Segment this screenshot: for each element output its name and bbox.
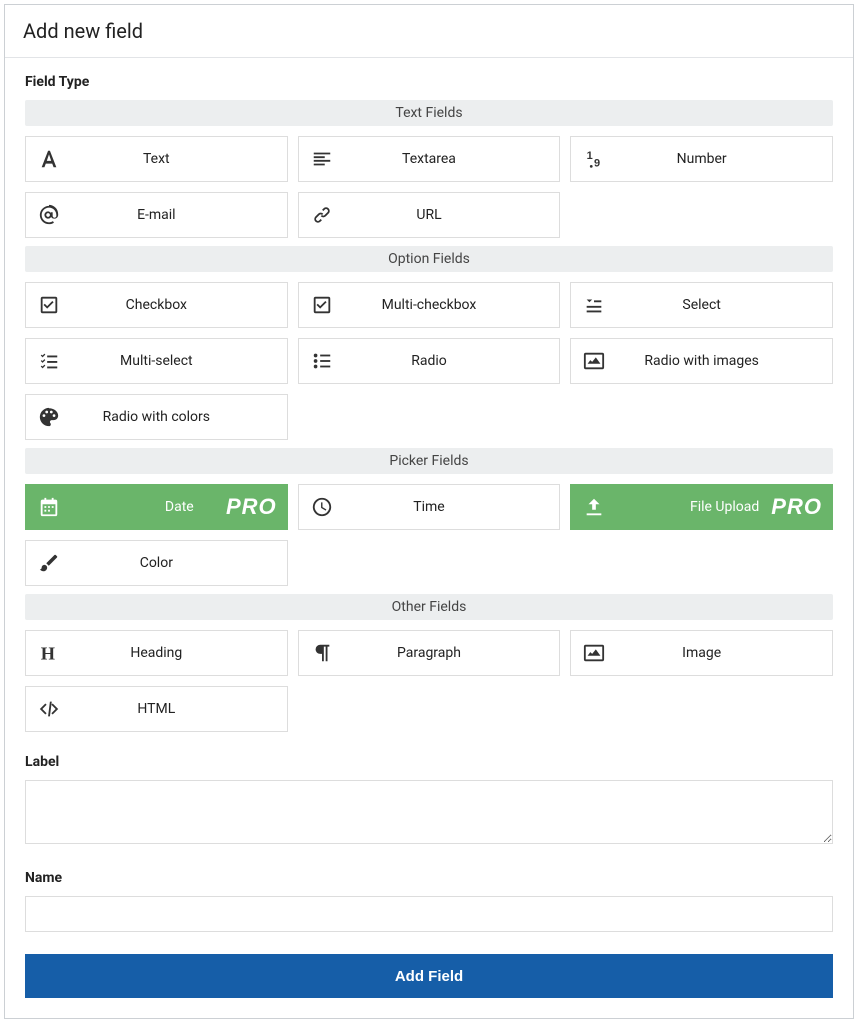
option-html[interactable]: HTML xyxy=(25,686,288,732)
group-header-text: Text Fields xyxy=(25,100,833,126)
multi-select-icon xyxy=(26,339,72,383)
name-input[interactable] xyxy=(25,896,833,932)
heading-icon: H xyxy=(26,631,72,675)
option-textarea[interactable]: Textarea xyxy=(298,136,561,182)
option-image[interactable]: Image xyxy=(570,630,833,676)
option-label: Heading xyxy=(72,645,287,661)
option-label: Select xyxy=(617,297,832,313)
list-icon xyxy=(299,339,345,383)
upload-icon xyxy=(571,485,617,529)
clock-icon xyxy=(299,485,345,529)
option-checkbox[interactable]: Checkbox xyxy=(25,282,288,328)
option-radio-colors[interactable]: Radio with colors xyxy=(25,394,288,440)
option-select[interactable]: Select xyxy=(570,282,833,328)
option-radio[interactable]: Radio xyxy=(298,338,561,384)
option-file-upload[interactable]: File Upload PRO xyxy=(570,484,833,530)
code-icon xyxy=(26,687,72,731)
align-left-icon xyxy=(299,137,345,181)
option-label: Multi-checkbox xyxy=(345,297,560,313)
option-time[interactable]: Time xyxy=(298,484,561,530)
group-header-picker: Picker Fields xyxy=(25,448,833,474)
option-label: Checkbox xyxy=(72,297,287,313)
label-input[interactable] xyxy=(25,780,833,844)
checkbox-icon xyxy=(26,283,72,327)
select-icon xyxy=(571,283,617,327)
multi-checkbox-icon xyxy=(299,283,345,327)
option-paragraph[interactable]: Paragraph xyxy=(298,630,561,676)
option-multi-select[interactable]: Multi-select xyxy=(25,338,288,384)
option-label: Radio with images xyxy=(617,353,832,369)
link-icon xyxy=(299,193,345,237)
paragraph-icon xyxy=(299,631,345,675)
add-field-button[interactable]: Add Field xyxy=(25,954,833,998)
option-label: URL xyxy=(345,207,560,223)
option-multi-checkbox[interactable]: Multi-checkbox xyxy=(298,282,561,328)
image-icon xyxy=(571,339,617,383)
option-date[interactable]: Date PRO xyxy=(25,484,288,530)
field-type-label: Field Type xyxy=(25,74,833,90)
svg-text:1: 1 xyxy=(587,150,593,162)
option-number[interactable]: 19 Number xyxy=(570,136,833,182)
option-radio-images[interactable]: Radio with images xyxy=(570,338,833,384)
brush-icon xyxy=(26,541,72,585)
option-label: Radio xyxy=(345,353,560,369)
option-label: Text xyxy=(72,151,287,167)
option-label: Color xyxy=(72,555,287,571)
option-label: Radio with colors xyxy=(72,409,287,425)
option-label: Textarea xyxy=(345,151,560,167)
option-label: Paragraph xyxy=(345,645,560,661)
add-field-panel: Add new field Field Type Text Fields Tex… xyxy=(4,4,854,1019)
option-text[interactable]: Text xyxy=(25,136,288,182)
option-color[interactable]: Color xyxy=(25,540,288,586)
panel-title: Add new field xyxy=(5,5,853,58)
group-header-option: Option Fields xyxy=(25,246,833,272)
option-label: E-mail xyxy=(72,207,287,223)
option-url[interactable]: URL xyxy=(298,192,561,238)
group-header-other: Other Fields xyxy=(25,594,833,620)
at-icon xyxy=(26,193,72,237)
number-icon: 19 xyxy=(571,137,617,181)
palette-icon xyxy=(26,395,72,439)
option-heading[interactable]: H Heading xyxy=(25,630,288,676)
option-email[interactable]: E-mail xyxy=(25,192,288,238)
svg-text:H: H xyxy=(41,643,55,663)
pro-badge: PRO xyxy=(226,494,277,520)
name-field-label: Name xyxy=(25,870,833,886)
option-label: Number xyxy=(617,151,832,167)
font-icon xyxy=(26,137,72,181)
option-label: HTML xyxy=(72,701,287,717)
label-field-label: Label xyxy=(25,754,833,770)
option-label: Multi-select xyxy=(72,353,287,369)
calendar-icon xyxy=(26,485,72,529)
option-label: Image xyxy=(617,645,832,661)
image-icon xyxy=(571,631,617,675)
option-label: Time xyxy=(345,499,560,515)
svg-text:9: 9 xyxy=(594,157,600,169)
pro-badge: PRO xyxy=(771,494,822,520)
